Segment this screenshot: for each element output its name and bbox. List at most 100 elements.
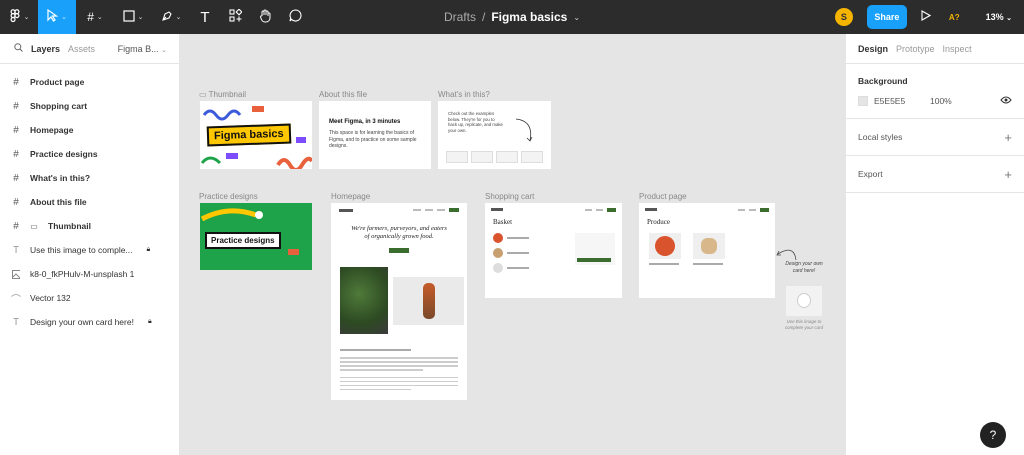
item-text bbox=[507, 237, 529, 239]
garlic-shape bbox=[797, 293, 811, 308]
layer-item[interactable]: k8-0_fkPHulv-M-unsplash 1 bbox=[0, 262, 179, 286]
share-button[interactable]: Share bbox=[866, 5, 907, 29]
frame-label-about[interactable]: About this file bbox=[319, 90, 367, 99]
frame-label-text: Thumbnail bbox=[208, 90, 246, 99]
homepage-nav bbox=[339, 207, 459, 213]
garlic-image bbox=[786, 286, 822, 316]
chevron-down-icon[interactable]: ⌄ bbox=[573, 13, 580, 22]
present-play-icon[interactable] bbox=[921, 10, 932, 24]
help-button[interactable]: ? bbox=[980, 422, 1006, 448]
cart-item bbox=[493, 263, 567, 273]
cart-items bbox=[493, 233, 567, 273]
toolbar-right: S Share A? 13% ⌄ bbox=[834, 0, 1024, 34]
figma-menu-button[interactable]: ⌄ bbox=[0, 0, 38, 34]
product-caption bbox=[693, 263, 723, 265]
nav-link bbox=[437, 209, 445, 211]
cursor-icon bbox=[47, 8, 59, 25]
layer-item[interactable]: # Practice designs bbox=[0, 142, 179, 166]
page-selector[interactable]: Figma B... ⌄ bbox=[118, 44, 167, 54]
layer-label: Thumbnail bbox=[48, 221, 91, 231]
cart-frame[interactable]: Basket bbox=[485, 203, 622, 298]
chevron-down-icon: ⌄ bbox=[161, 46, 167, 54]
nav-logo bbox=[491, 208, 503, 211]
thumbnail-frame[interactable]: Figma basics bbox=[200, 101, 312, 169]
nav-link bbox=[596, 208, 603, 211]
cart-nav bbox=[491, 207, 616, 212]
layer-item[interactable]: ⌒ Vector 132 bbox=[0, 286, 179, 310]
text-tool-button[interactable]: T bbox=[190, 0, 220, 34]
tab-inspect[interactable]: Inspect bbox=[943, 44, 972, 54]
local-styles-section: Local styles + bbox=[846, 119, 1024, 156]
whats-in-frame[interactable]: Check out the examples below. They're fo… bbox=[438, 101, 551, 169]
frame-icon: # bbox=[13, 76, 19, 88]
product-heading: Produce bbox=[647, 218, 670, 226]
layer-label: Product page bbox=[30, 77, 85, 87]
tab-assets[interactable]: Assets bbox=[68, 44, 95, 54]
hand-icon bbox=[259, 9, 272, 26]
tab-design[interactable]: Design bbox=[858, 44, 888, 54]
move-tool-button[interactable]: ⌄ bbox=[38, 0, 76, 34]
chevron-down-icon: ⌄ bbox=[137, 14, 144, 21]
text-line bbox=[340, 376, 458, 378]
frame-tool-button[interactable]: # ⌄ bbox=[76, 0, 114, 34]
layer-item[interactable]: # ▭ Thumbnail bbox=[0, 214, 179, 238]
ginger-shape bbox=[701, 238, 717, 254]
shape-tool-button[interactable]: ⌄ bbox=[114, 0, 152, 34]
layer-item[interactable]: # Product page bbox=[0, 70, 179, 94]
background-opacity[interactable]: 100% bbox=[930, 96, 952, 106]
components-icon bbox=[228, 8, 243, 25]
pen-tool-button[interactable]: ⌄ bbox=[152, 0, 190, 34]
product-caption bbox=[649, 263, 679, 265]
add-style-plus-icon[interactable]: + bbox=[1004, 130, 1012, 145]
left-panel-tabs: Layers Assets Figma B... ⌄ bbox=[0, 34, 179, 64]
breadcrumb-drafts[interactable]: Drafts bbox=[444, 10, 476, 24]
canvas[interactable]: ▭ Thumbnail About this file What's in th… bbox=[181, 34, 844, 455]
local-styles-title: Local styles bbox=[858, 132, 903, 142]
search-icon[interactable] bbox=[14, 43, 23, 54]
text-line bbox=[340, 388, 411, 390]
page-name: Figma B... bbox=[117, 43, 159, 54]
layer-item[interactable]: T Design your own card here! 🔒︎ bbox=[0, 310, 179, 334]
product-tomato-image bbox=[649, 233, 681, 259]
about-frame[interactable]: Meet Figma, in 3 minutes This space is f… bbox=[319, 101, 431, 169]
practice-title: Practice designs bbox=[205, 232, 281, 249]
background-hex[interactable]: E5E5E5 bbox=[874, 96, 924, 106]
layer-item[interactable]: T Use this image to comple... 🔒︎ bbox=[0, 238, 179, 262]
lock-icon[interactable]: 🔒︎ bbox=[148, 318, 152, 326]
zoom-level[interactable]: 13% ⌄ bbox=[986, 12, 1012, 22]
eye-icon[interactable] bbox=[1000, 96, 1012, 106]
homepage-frame[interactable]: We're farmers, purveyors, and eaters of … bbox=[331, 203, 467, 400]
tab-prototype[interactable]: Prototype bbox=[896, 44, 935, 54]
homepage-text-block bbox=[340, 349, 458, 390]
practice-frame[interactable]: Practice designs bbox=[200, 203, 312, 270]
frame-label-practice[interactable]: Practice designs bbox=[199, 192, 258, 201]
frame-label-whats-in[interactable]: What's in this? bbox=[438, 90, 490, 99]
lock-icon[interactable]: 🔒︎ bbox=[147, 246, 151, 254]
components-button[interactable] bbox=[220, 0, 250, 34]
monitor-icon: ▭ bbox=[30, 221, 38, 231]
frame-label-homepage[interactable]: Homepage bbox=[331, 192, 370, 201]
frame-label-thumbnail[interactable]: ▭ Thumbnail bbox=[199, 90, 246, 99]
nav-link bbox=[585, 208, 592, 211]
comment-tool-button[interactable] bbox=[280, 0, 310, 34]
layer-list: # Product page # Shopping cart # Homepage #… bbox=[0, 64, 179, 334]
vegetable-image bbox=[393, 277, 464, 325]
layer-label: Use this image to comple... bbox=[30, 245, 133, 255]
layer-item[interactable]: # What's in this? bbox=[0, 166, 179, 190]
layer-item[interactable]: # About this file bbox=[0, 190, 179, 214]
comment-icon bbox=[288, 9, 302, 25]
background-swatch[interactable] bbox=[858, 96, 868, 106]
add-export-plus-icon[interactable]: + bbox=[1004, 167, 1012, 182]
nav-link bbox=[425, 209, 433, 211]
file-name[interactable]: Figma basics bbox=[491, 10, 567, 24]
product-frame[interactable]: Produce bbox=[639, 203, 775, 298]
avatar[interactable]: S bbox=[834, 8, 853, 26]
mini-card bbox=[496, 151, 518, 163]
frame-label-cart[interactable]: Shopping cart bbox=[485, 192, 534, 201]
accessibility-indicator[interactable]: A? bbox=[949, 13, 960, 22]
frame-label-product[interactable]: Product page bbox=[639, 192, 687, 201]
layer-item[interactable]: # Homepage bbox=[0, 118, 179, 142]
layer-item[interactable]: # Shopping cart bbox=[0, 94, 179, 118]
hand-tool-button[interactable] bbox=[250, 0, 280, 34]
tab-layers[interactable]: Layers bbox=[31, 44, 60, 54]
